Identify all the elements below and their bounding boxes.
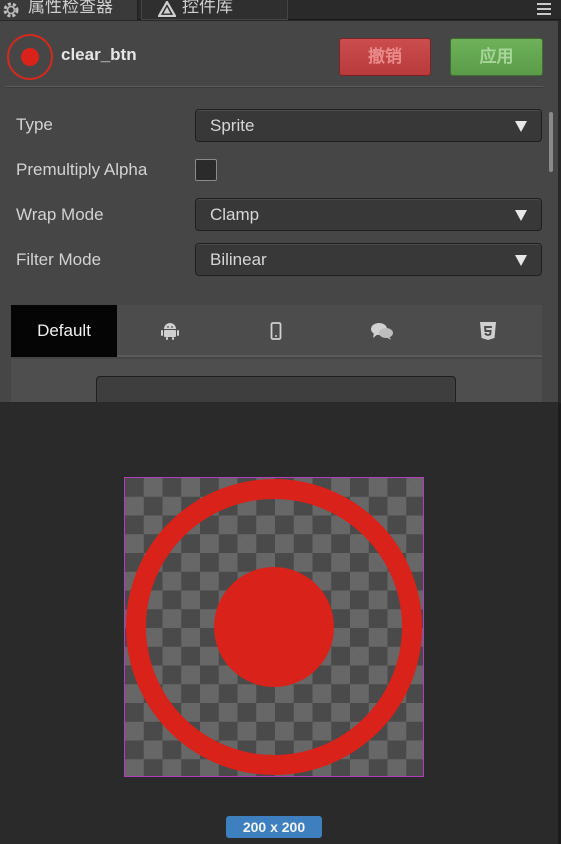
- asset-name: clear_btn: [61, 45, 137, 64]
- widget-library-icon: [158, 1, 176, 17]
- texture-preview: 200 x 200: [0, 403, 558, 844]
- platform-settings-body: [11, 359, 542, 402]
- image-size-badge: 200 x 200: [226, 816, 322, 838]
- tab-label: 控件库: [182, 0, 233, 16]
- dropdown-arrow-icon: [515, 255, 527, 266]
- sprite-preview-image: [124, 477, 424, 777]
- tab-default-label: Default: [37, 321, 91, 340]
- menu-icon[interactable]: [537, 3, 551, 15]
- type-label: Type: [16, 115, 53, 134]
- tab-label: 属性检查器: [28, 0, 113, 16]
- tab-default[interactable]: Default: [11, 305, 117, 357]
- wrap-mode-label: Wrap Mode: [16, 205, 104, 224]
- platform-setting-button[interactable]: [96, 376, 456, 402]
- revert-button[interactable]: 撤销: [339, 38, 431, 76]
- tab-html5[interactable]: [435, 305, 541, 357]
- android-icon: [161, 323, 179, 340]
- header-divider: [6, 86, 543, 87]
- platform-tabs: Default: [11, 305, 542, 357]
- html5-icon: [480, 322, 496, 340]
- record-button-image: [126, 479, 422, 775]
- phone-icon: [270, 322, 282, 340]
- wrap-mode-select[interactable]: Clamp: [195, 198, 542, 231]
- type-select[interactable]: Sprite: [195, 109, 542, 142]
- apply-button[interactable]: 应用: [450, 38, 543, 76]
- wrap-mode-value: Clamp: [210, 205, 260, 224]
- tab-widget-library[interactable]: 控件库: [141, 0, 288, 20]
- dropdown-arrow-icon: [515, 121, 527, 132]
- tab-android[interactable]: [117, 305, 223, 357]
- tab-mobile[interactable]: [223, 305, 329, 357]
- asset-thumbnail-icon: [7, 34, 53, 80]
- chat-icon: [371, 323, 393, 340]
- asset-header: clear_btn 撤销 应用: [0, 21, 558, 87]
- gear-icon: [3, 2, 19, 18]
- filter-mode-value: Bilinear: [210, 250, 267, 269]
- properties-inspector-window: 属性检查器 控件库 clear_btn 撤销 应用 Type Sprite Pr…: [0, 0, 561, 844]
- type-value: Sprite: [210, 116, 255, 135]
- filter-mode-select[interactable]: Bilinear: [195, 243, 542, 276]
- tab-properties-inspector[interactable]: 属性检查器: [0, 0, 138, 20]
- premultiply-alpha-checkbox[interactable]: [195, 159, 217, 181]
- dropdown-arrow-icon: [515, 210, 527, 221]
- tab-wechat[interactable]: [329, 305, 435, 357]
- filter-mode-label: Filter Mode: [16, 250, 102, 269]
- panel-scrollbar[interactable]: [549, 112, 553, 172]
- tab-bar: 属性检查器 控件库: [0, 0, 561, 20]
- premultiply-alpha-label: Premultiply Alpha: [16, 160, 148, 179]
- inspector-panel: clear_btn 撤销 应用 Type Sprite Premultiply …: [0, 21, 558, 402]
